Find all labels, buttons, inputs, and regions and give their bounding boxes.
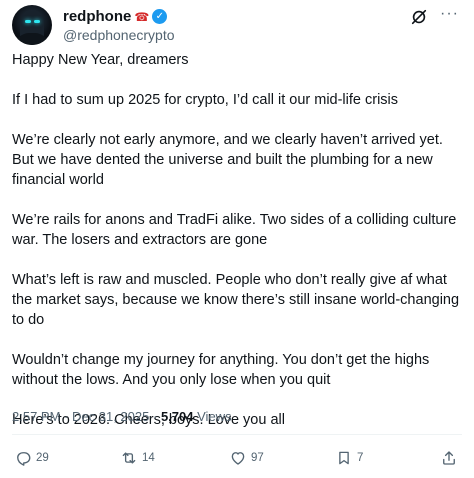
grok-icon[interactable] — [410, 8, 428, 26]
bookmark-icon — [339, 451, 349, 465]
telephone-icon: ☎ — [134, 9, 150, 24]
tweet-header: redphone ☎ ✓ @redphonecrypto ··· — [12, 5, 462, 47]
name-line: redphone ☎ ✓ — [63, 8, 168, 25]
tweet-time[interactable]: 2:57 PM — [12, 409, 60, 424]
handle[interactable]: @redphonecrypto — [63, 27, 175, 43]
repost-button[interactable]: 14 — [120, 449, 155, 467]
share-button[interactable] — [440, 449, 458, 467]
heart-icon — [231, 452, 245, 465]
tweet-paragraph: We’re rails for anons and TradFi alike. … — [12, 212, 457, 248]
tweet-paragraph: Wouldn’t change my journey for anything.… — [12, 352, 430, 388]
more-options-icon[interactable]: ··· — [440, 5, 459, 23]
meta-separator: · — [64, 409, 69, 424]
display-name[interactable]: redphone — [63, 8, 131, 25]
meta-separator: · — [152, 409, 158, 424]
views-label: Views — [197, 409, 232, 424]
tweet-paragraph: We’re clearly not early anymore, and we … — [12, 132, 443, 188]
tweet-paragraph: Happy New Year, dreamers — [12, 52, 189, 68]
action-bar: 29 14 97 7 — [12, 449, 462, 471]
tweet-date[interactable]: Dec 31, 2025 — [72, 409, 149, 424]
reply-count: 29 — [36, 452, 49, 464]
tweet-paragraph: What’s left is raw and muscled. People w… — [12, 272, 460, 328]
reply-icon — [17, 452, 31, 466]
reply-button[interactable]: 29 — [14, 449, 49, 467]
tweet-text: Happy New Year, dreamers If I had to sum… — [12, 50, 460, 450]
verified-badge-icon: ✓ — [152, 9, 168, 24]
bookmark-button[interactable]: 7 — [335, 449, 363, 467]
repost-icon — [122, 452, 136, 464]
repost-count: 14 — [142, 452, 155, 464]
views-count: 5,704 — [160, 409, 194, 424]
bookmark-count: 7 — [357, 452, 364, 464]
like-count: 97 — [251, 452, 264, 464]
avatar[interactable] — [12, 5, 52, 45]
share-icon — [443, 451, 455, 465]
divider — [12, 434, 462, 435]
like-button[interactable]: 97 — [229, 449, 264, 467]
tweet-paragraph: If I had to sum up 2025 for crypto, I’d … — [12, 92, 399, 108]
tweet-meta: 2:57 PM · Dec 31, 2025 · 5,704 Views — [12, 409, 232, 424]
